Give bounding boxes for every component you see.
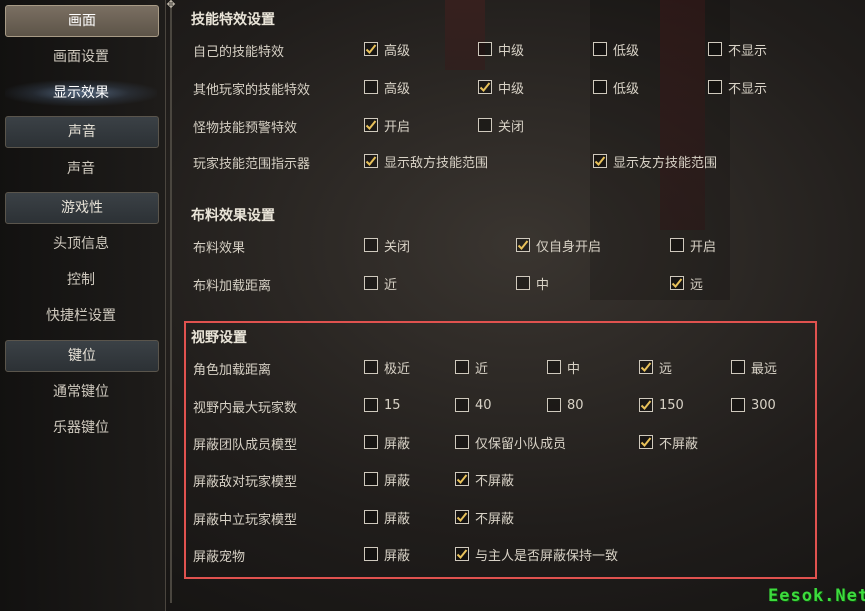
setting-option[interactable]: 中级 <box>478 78 525 97</box>
option-label: 远 <box>690 277 704 293</box>
checkmark-icon <box>479 81 491 93</box>
option-checkbox[interactable] <box>593 80 607 94</box>
option-checkbox[interactable] <box>364 238 378 252</box>
option-label: 中级 <box>498 81 525 97</box>
option-label: 高级 <box>384 43 411 59</box>
option-label: 显示敌方技能范围 <box>384 155 489 171</box>
setting-label: 自己的技能特效 <box>193 45 285 60</box>
option-checkbox[interactable] <box>364 80 378 94</box>
option-label: 高级 <box>384 81 411 97</box>
sidebar-category-gameplay[interactable]: 游戏性 <box>5 192 159 224</box>
setting-option[interactable]: 开启 <box>364 116 411 135</box>
checkmark-icon <box>594 155 606 167</box>
highlight-box <box>184 321 817 579</box>
option-checkbox[interactable] <box>364 276 378 290</box>
setting-label: 玩家技能范围指示器 <box>193 157 311 172</box>
option-checkbox[interactable] <box>516 276 530 290</box>
setting-label: 怪物技能预警特效 <box>193 121 298 136</box>
sidebar-item-display-effects[interactable]: 显示效果 <box>5 80 157 106</box>
option-label: 不显示 <box>728 81 768 97</box>
option-checkbox[interactable] <box>364 118 378 132</box>
setting-option[interactable]: 低级 <box>593 78 640 97</box>
setting-option[interactable]: 不显示 <box>708 78 768 97</box>
option-label: 中 <box>536 277 550 293</box>
option-label: 开启 <box>384 119 411 135</box>
setting-label: 其他玩家的技能特效 <box>193 83 311 98</box>
setting-option[interactable]: 显示敌方技能范围 <box>364 152 489 171</box>
checkmark-icon <box>365 43 377 55</box>
option-label: 低级 <box>613 43 640 59</box>
settings-window: 画面 画面设置 显示效果 声音 声音 游戏性 头顶信息 控制 快捷栏设置 键位 … <box>0 0 865 611</box>
setting-option[interactable]: 低级 <box>593 40 640 59</box>
scrollbar-track[interactable] <box>170 8 172 603</box>
setting-option[interactable]: 关闭 <box>478 116 525 135</box>
option-checkbox[interactable] <box>478 118 492 132</box>
option-checkbox[interactable] <box>516 238 530 252</box>
option-checkbox[interactable] <box>364 42 378 56</box>
option-checkbox[interactable] <box>670 238 684 252</box>
checkmark-icon <box>671 277 683 289</box>
setting-option[interactable]: 关闭 <box>364 236 411 255</box>
option-checkbox[interactable] <box>670 276 684 290</box>
option-checkbox[interactable] <box>708 42 722 56</box>
option-label: 关闭 <box>384 239 411 255</box>
sidebar-item-common-keybinds[interactable]: 通常键位 <box>5 379 157 405</box>
sidebar-category-display[interactable]: 画面 <box>5 5 159 37</box>
setting-option[interactable]: 中级 <box>478 40 525 59</box>
setting-label: 布料加载距离 <box>193 279 272 294</box>
setting-option[interactable]: 仅自身开启 <box>516 236 602 255</box>
option-checkbox[interactable] <box>364 154 378 168</box>
option-label: 关闭 <box>498 119 525 135</box>
checkmark-icon <box>365 155 377 167</box>
option-label: 显示友方技能范围 <box>613 155 718 171</box>
watermark: Eesok.Net <box>768 586 865 606</box>
setting-option[interactable]: 远 <box>670 274 704 293</box>
option-checkbox[interactable] <box>478 80 492 94</box>
option-label: 低级 <box>613 81 640 97</box>
option-label: 仅自身开启 <box>536 239 602 255</box>
option-checkbox[interactable] <box>593 42 607 56</box>
sidebar-item-display-settings[interactable]: 画面设置 <box>5 44 157 70</box>
sidebar-item-sound[interactable]: 声音 <box>5 156 157 182</box>
option-label: 开启 <box>690 239 717 255</box>
sidebar-item-hotbar-settings[interactable]: 快捷栏设置 <box>5 303 157 329</box>
scroll-arrows-icon[interactable]: ✥ <box>166 0 176 10</box>
section-title-cloth: 布料效果设置 <box>191 208 275 224</box>
setting-option[interactable]: 显示友方技能范围 <box>593 152 718 171</box>
setting-option[interactable]: 高级 <box>364 40 411 59</box>
option-checkbox[interactable] <box>478 42 492 56</box>
setting-option[interactable]: 高级 <box>364 78 411 97</box>
sidebar-item-controls[interactable]: 控制 <box>5 267 157 293</box>
sidebar-item-instrument-keybinds[interactable]: 乐器键位 <box>5 415 157 441</box>
sidebar-category-sound[interactable]: 声音 <box>5 116 159 148</box>
checkmark-icon <box>365 119 377 131</box>
background-banner <box>445 0 485 70</box>
option-label: 不显示 <box>728 43 768 59</box>
option-label: 近 <box>384 277 398 293</box>
checkmark-icon <box>517 239 529 251</box>
setting-option[interactable]: 中 <box>516 274 550 293</box>
sidebar: 画面 画面设置 显示效果 声音 声音 游戏性 头顶信息 控制 快捷栏设置 键位 … <box>0 0 166 611</box>
option-checkbox[interactable] <box>593 154 607 168</box>
setting-label: 布料效果 <box>193 241 246 256</box>
sidebar-item-overhead-info[interactable]: 头顶信息 <box>5 231 157 257</box>
option-label: 中级 <box>498 43 525 59</box>
setting-option[interactable]: 开启 <box>670 236 717 255</box>
setting-option[interactable]: 近 <box>364 274 398 293</box>
option-checkbox[interactable] <box>708 80 722 94</box>
section-title-skill: 技能特效设置 <box>191 12 275 28</box>
sidebar-category-keybinds[interactable]: 键位 <box>5 340 159 372</box>
setting-option[interactable]: 不显示 <box>708 40 768 59</box>
